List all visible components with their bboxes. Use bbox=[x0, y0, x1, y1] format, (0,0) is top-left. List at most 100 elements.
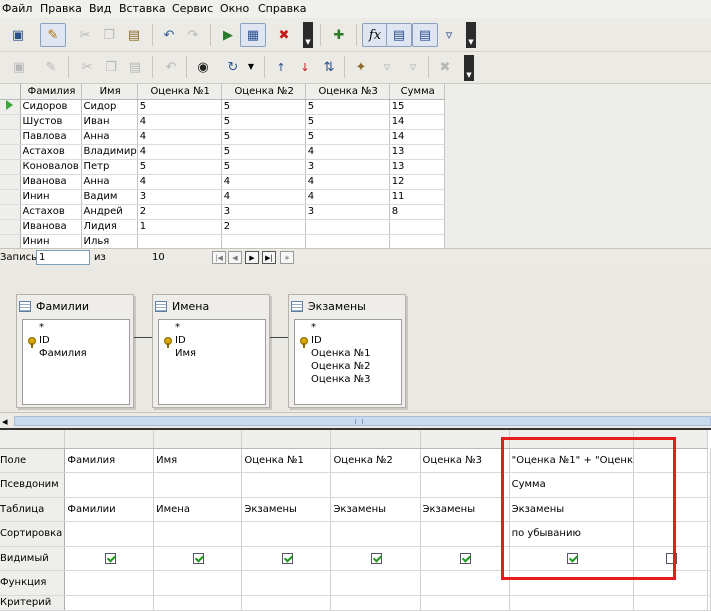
row-header[interactable] bbox=[0, 114, 21, 130]
field-item[interactable]: Фамилия bbox=[39, 348, 87, 359]
design-cell-alias[interactable] bbox=[241, 472, 332, 498]
design-cell[interactable] bbox=[241, 595, 332, 611]
table-cell[interactable]: 1 bbox=[137, 219, 222, 235]
table-cell[interactable] bbox=[221, 234, 306, 250]
field-item[interactable]: * bbox=[175, 322, 180, 333]
table-cell[interactable]: 4 bbox=[221, 174, 306, 190]
design-cell[interactable] bbox=[707, 448, 711, 473]
save-icon[interactable]: ▣ bbox=[6, 24, 30, 46]
table-window-familii[interactable]: Фамилии * ID Фамилия bbox=[16, 294, 134, 408]
table-cell[interactable]: 8 bbox=[389, 204, 445, 220]
field-list[interactable]: * ID Оценка №1 Оценка №2 Оценка №3 bbox=[294, 319, 402, 405]
menu-window[interactable]: Окно bbox=[220, 2, 249, 15]
table-cell[interactable]: Анна bbox=[81, 174, 138, 190]
table-cell[interactable] bbox=[305, 234, 390, 250]
column-header[interactable]: Оценка №3 bbox=[305, 84, 390, 100]
sql-view-icon[interactable]: ▤ bbox=[412, 23, 438, 47]
cut-icon[interactable]: ✂ bbox=[76, 56, 98, 78]
table-cell[interactable]: Инин bbox=[20, 189, 82, 205]
table-cell[interactable]: Иван bbox=[81, 114, 138, 130]
menu-insert[interactable]: Вставка bbox=[119, 2, 166, 15]
record-number-input[interactable]: 1 bbox=[36, 250, 90, 265]
table-cell[interactable]: 5 bbox=[137, 99, 222, 115]
design-column-header[interactable] bbox=[64, 430, 155, 449]
design-cell-sort[interactable] bbox=[64, 521, 155, 547]
edit-icon[interactable]: ✎ bbox=[40, 23, 66, 47]
design-cell[interactable] bbox=[707, 497, 711, 522]
row-header[interactable] bbox=[0, 99, 21, 115]
table-cell[interactable]: Инин bbox=[20, 234, 82, 250]
table-cell[interactable]: Вадим bbox=[81, 189, 138, 205]
standard-filter-icon[interactable]: ▿ bbox=[376, 56, 398, 78]
table-cell[interactable]: 4 bbox=[137, 129, 222, 145]
design-cell-sort[interactable] bbox=[420, 521, 510, 547]
row-header-corner[interactable] bbox=[0, 84, 21, 100]
design-cell[interactable] bbox=[330, 595, 421, 611]
visible-checkbox-cell[interactable] bbox=[241, 546, 332, 571]
table-row[interactable]: Шустов Иван 4 5 5 14 bbox=[0, 114, 445, 130]
row-header[interactable] bbox=[0, 159, 21, 175]
design-view-icon[interactable]: ▤ bbox=[386, 23, 412, 47]
table-cell[interactable]: Астахов bbox=[20, 204, 82, 220]
table-cell[interactable] bbox=[389, 219, 445, 235]
save-record-icon[interactable]: ▣ bbox=[8, 56, 30, 78]
table-row[interactable]: Коновалов Петр 5 5 3 13 bbox=[0, 159, 445, 175]
limit-icon[interactable]: ▿ bbox=[438, 24, 460, 46]
design-cell-sort[interactable] bbox=[241, 521, 332, 547]
table-cell[interactable] bbox=[305, 219, 390, 235]
cut-icon[interactable]: ✂ bbox=[74, 24, 96, 46]
table-cell[interactable]: Иванова bbox=[20, 174, 82, 190]
refresh-icon[interactable]: ↻ bbox=[222, 56, 244, 78]
design-cell[interactable] bbox=[64, 570, 155, 596]
table-cell[interactable]: 3 bbox=[137, 189, 222, 205]
next-record-icon[interactable]: ▶ bbox=[245, 251, 259, 264]
table-cell[interactable]: 5 bbox=[305, 129, 390, 145]
table-window-imena[interactable]: Имена * ID Имя bbox=[152, 294, 270, 408]
design-cell-table[interactable]: Экзамены bbox=[241, 497, 332, 522]
visible-checkbox-cell[interactable] bbox=[64, 546, 155, 571]
design-cell-alias[interactable] bbox=[420, 472, 510, 498]
scrollbar-thumb[interactable] bbox=[14, 416, 711, 426]
design-cell[interactable] bbox=[420, 570, 510, 596]
table-cell[interactable] bbox=[389, 234, 445, 250]
design-cell[interactable] bbox=[707, 595, 711, 611]
table-row[interactable]: Сидоров Сидор 5 5 5 15 bbox=[0, 99, 445, 115]
table-cell[interactable]: Иванова bbox=[20, 219, 82, 235]
design-column-header[interactable] bbox=[153, 430, 243, 449]
table-cell[interactable]: 13 bbox=[389, 159, 445, 175]
column-header[interactable]: Фамилия bbox=[20, 84, 82, 100]
table-cell[interactable]: Сидоров bbox=[20, 99, 82, 115]
menu-view[interactable]: Вид bbox=[89, 2, 111, 15]
paste-icon[interactable]: ▤ bbox=[122, 24, 146, 46]
design-cell[interactable] bbox=[509, 595, 635, 611]
design-cell-field[interactable]: Оценка №2 bbox=[330, 448, 421, 473]
design-cell-field[interactable]: Имя bbox=[153, 448, 243, 473]
field-item[interactable]: Оценка №3 bbox=[311, 374, 370, 385]
visible-checkbox-cell[interactable] bbox=[153, 546, 243, 571]
table-cell[interactable]: 2 bbox=[137, 204, 222, 220]
design-cell[interactable] bbox=[707, 472, 711, 498]
table-cell[interactable] bbox=[137, 234, 222, 250]
design-cell[interactable] bbox=[707, 521, 711, 547]
table-cell[interactable]: 4 bbox=[137, 114, 222, 130]
scroll-left-icon[interactable]: ◂ bbox=[2, 415, 8, 428]
field-item[interactable]: ID bbox=[311, 335, 322, 346]
copy-icon[interactable]: ❐ bbox=[100, 56, 122, 78]
table-cell[interactable]: Павлова bbox=[20, 129, 82, 145]
last-record-icon[interactable]: ▶| bbox=[262, 251, 276, 264]
visible-checkbox[interactable] bbox=[460, 552, 472, 564]
design-cell[interactable] bbox=[153, 570, 243, 596]
table-cell[interactable]: 5 bbox=[221, 159, 306, 175]
table-cell[interactable]: 5 bbox=[221, 99, 306, 115]
new-record-icon[interactable]: ∗ bbox=[280, 251, 294, 264]
run-query-icon[interactable]: ▶ bbox=[216, 24, 240, 46]
menu-file[interactable]: Файл bbox=[2, 2, 32, 15]
design-cell-alias[interactable] bbox=[153, 472, 243, 498]
table-row[interactable]: Астахов Андрей 2 3 3 8 bbox=[0, 204, 445, 220]
row-header[interactable] bbox=[0, 129, 21, 145]
design-cell[interactable] bbox=[633, 595, 708, 611]
column-header[interactable]: Оценка №1 bbox=[137, 84, 222, 100]
table-cell[interactable]: Коновалов bbox=[20, 159, 82, 175]
table-row[interactable]: Инин Вадим 3 4 4 11 bbox=[0, 189, 445, 205]
table-window-ekzameny[interactable]: Экзамены * ID Оценка №1 Оценка №2 Оценка… bbox=[288, 294, 406, 408]
